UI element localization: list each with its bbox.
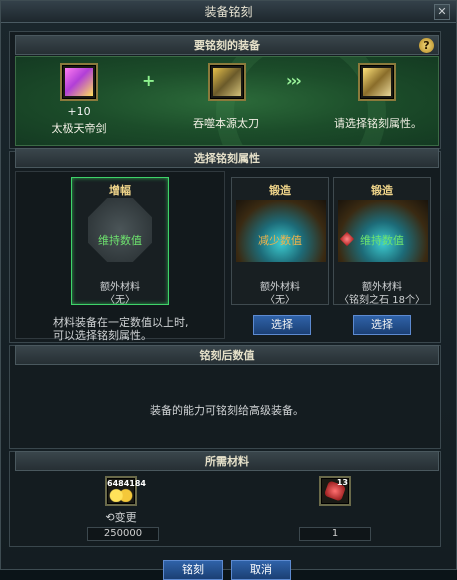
confirm-button[interactable]: 铭刻 xyxy=(163,560,223,580)
section-title: 所需材料 xyxy=(205,455,249,468)
gold-count: 6484184 xyxy=(107,479,146,488)
source-equipment-slot[interactable] xyxy=(60,63,98,101)
sword-icon xyxy=(65,68,93,96)
cancel-button[interactable]: 取消 xyxy=(231,560,291,580)
gold-slot[interactable]: 6484184 xyxy=(105,476,146,506)
window-title: 装备铭刻 xyxy=(204,5,253,19)
section-title: 铭刻后数值 xyxy=(199,349,255,362)
section-title: 选择铭刻属性 xyxy=(194,152,260,165)
stone-slot[interactable]: 13 xyxy=(319,476,351,506)
card-title: 锻造 xyxy=(269,184,291,197)
section-required-materials: 所需材料 xyxy=(15,451,439,471)
stone-value: 1 xyxy=(299,527,371,541)
inscription-window: 装备铭刻 ✕ 要铭刻的装备 ? +10 太极天帝剑 + 吞噬本源太刀 ››› 请… xyxy=(0,0,457,580)
attribute-card-amplify[interactable]: 增幅 维持数值 额外材料 〈无〉 xyxy=(71,177,169,306)
section-title: 要铭刻的装备 xyxy=(194,39,260,52)
attribute-card-forge-maintain[interactable]: 锻造 维持数值 额外材料 〈铭刻之石 18个〉 xyxy=(333,177,431,306)
blade-icon xyxy=(213,68,241,96)
info-text-2: 可以选择铭刻属性。 xyxy=(53,329,152,342)
result-equipment-slot[interactable] xyxy=(358,63,396,101)
close-button[interactable]: ✕ xyxy=(434,4,450,20)
card-status: 减少数值 xyxy=(258,234,302,247)
gold-coin-icon xyxy=(109,486,133,502)
forge-emblem-icon xyxy=(236,200,326,262)
help-icon[interactable]: ? xyxy=(419,38,434,53)
stone-count: 13 xyxy=(336,478,348,487)
card-title: 锻造 xyxy=(371,184,393,197)
window-titlebar[interactable]: 装备铭刻 xyxy=(1,1,456,23)
octagon-emblem-icon xyxy=(88,198,152,262)
section-select-attribute: 选择铭刻属性 xyxy=(15,148,439,168)
section-target-equipment: 要铭刻的装备 ? xyxy=(15,35,439,55)
card-extra-value: 〈无〉 xyxy=(105,295,135,306)
material-equipment-slot[interactable] xyxy=(208,63,246,101)
result-prompt: 请选择铭刻属性。 xyxy=(334,117,422,130)
source-plus-level: +10 xyxy=(67,105,91,118)
arrow-right-icon: ››› xyxy=(286,71,302,90)
equipment-row: +10 太极天帝剑 + 吞噬本源太刀 ››› 请选择铭刻属性。 xyxy=(15,56,439,146)
sword-icon xyxy=(363,68,391,96)
card-status: 维持数值 xyxy=(98,234,142,247)
forge-emblem-icon xyxy=(338,200,428,262)
card-status: 维持数值 xyxy=(360,234,404,247)
gold-value: 250000 xyxy=(87,527,159,541)
card-extra-value: 〈铭刻之石 18个〉 xyxy=(339,295,425,306)
section-after-values: 铭刻后数值 xyxy=(15,345,439,365)
attribute-card-forge-decrease[interactable]: 锻造 减少数值 额外材料 〈无〉 xyxy=(231,177,329,306)
material-equipment-name: 吞噬本源太刀 xyxy=(193,117,259,130)
select-button-forge-maintain[interactable]: 选择 xyxy=(353,315,411,335)
plus-icon: + xyxy=(142,71,156,90)
after-values-message: 装备的能力可铭刻给高级装备。 xyxy=(150,404,304,417)
change-button[interactable]: ⟲变更 xyxy=(97,509,145,525)
card-extra-value: 〈无〉 xyxy=(265,295,295,306)
select-button-forge-decrease[interactable]: 选择 xyxy=(253,315,311,335)
source-equipment-name: 太极天帝剑 xyxy=(51,122,107,135)
card-title: 增幅 xyxy=(109,184,131,197)
